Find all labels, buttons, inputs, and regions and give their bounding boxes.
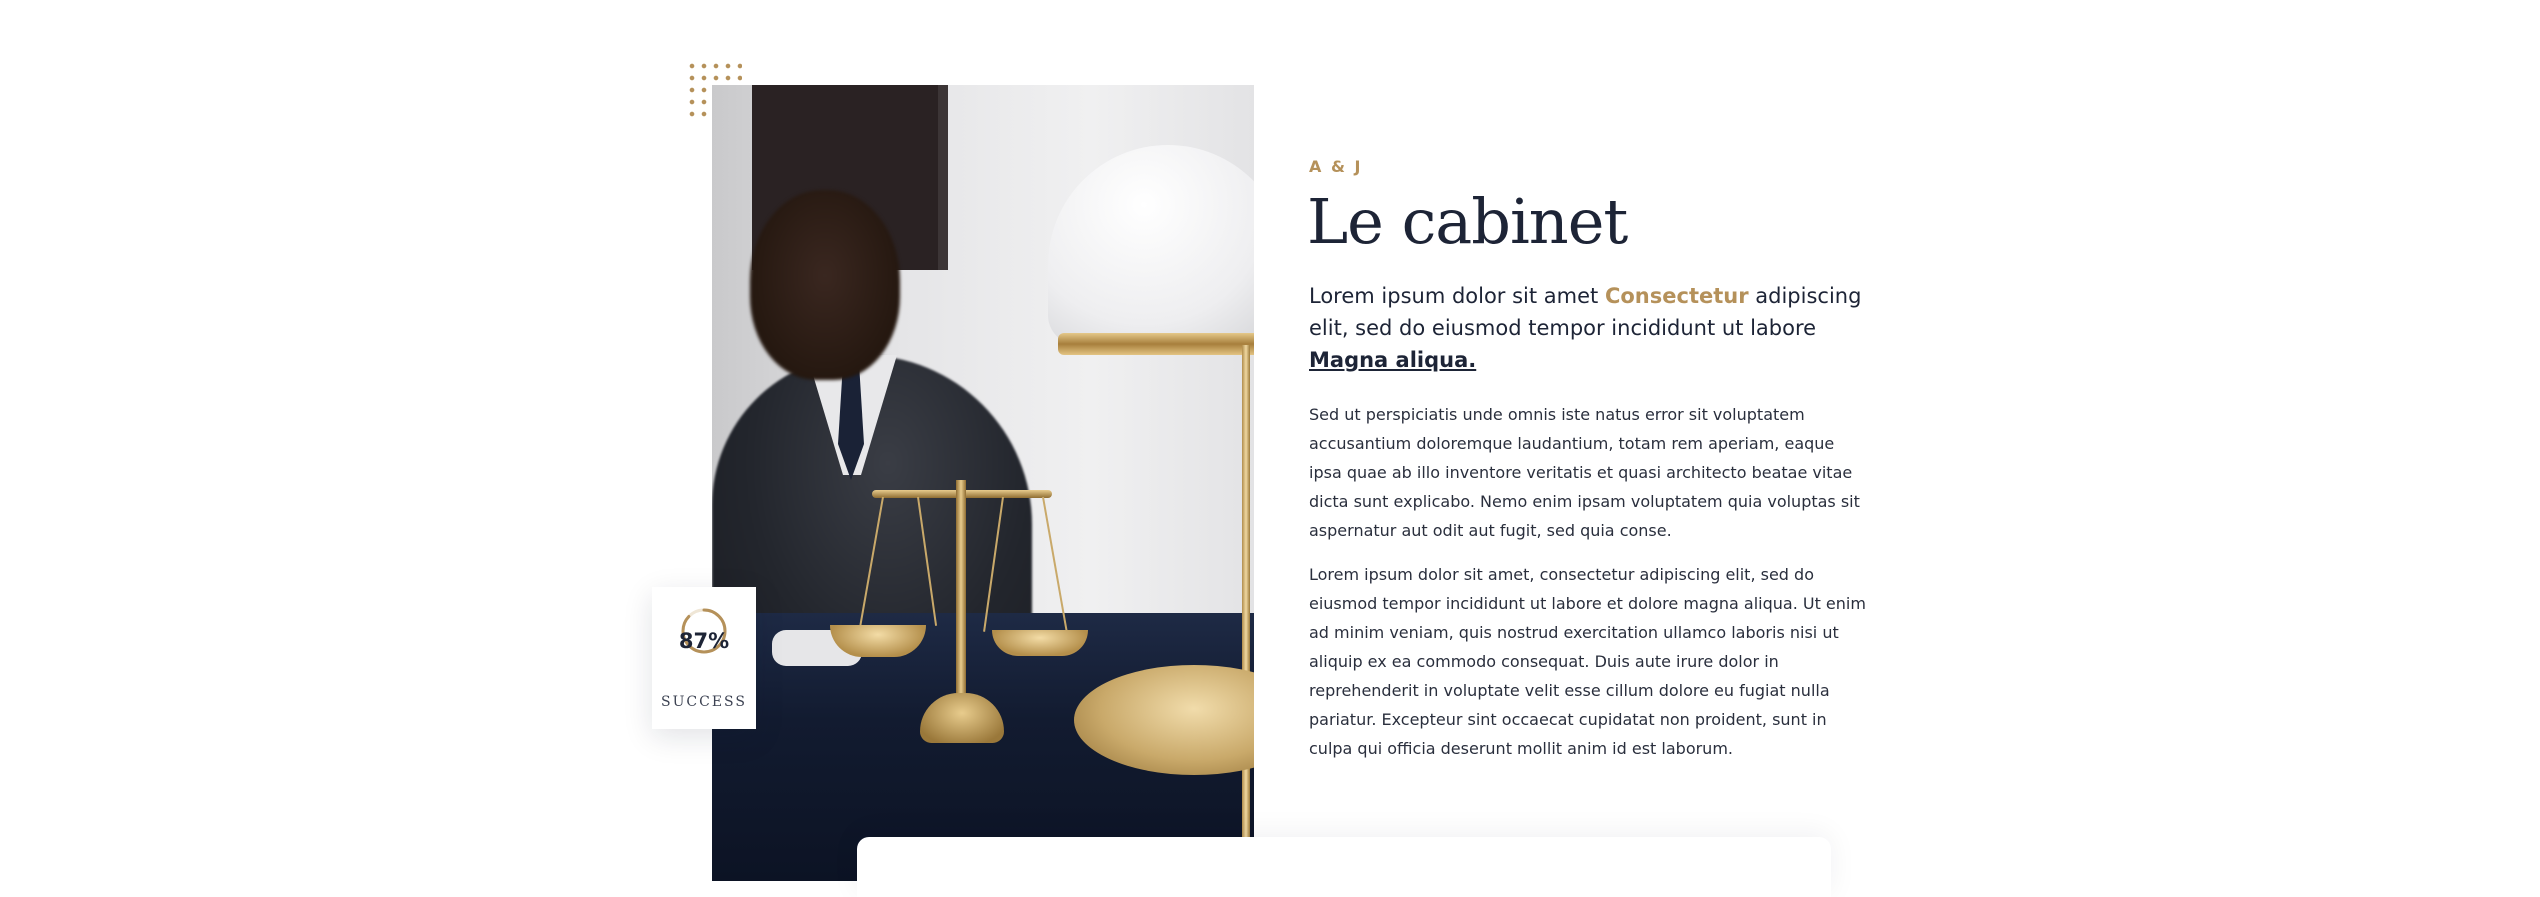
lead-paragraph: Lorem ipsum dolor sit amet Consectetur a… [1309,280,1869,376]
lawyer-office-photo [712,85,1254,881]
magna-aliqua-link[interactable]: Magna aliqua. [1309,348,1476,372]
success-rate-badge: 87% SUCCESS [652,587,756,729]
body-paragraph-1: Sed ut perspiciatis unde omnis iste natu… [1309,405,1860,540]
success-label: SUCCESS [661,694,747,710]
lead-text-start: Lorem ipsum dolor sit amet [1309,284,1605,308]
section-eyebrow: A & J [1309,157,1363,176]
bottom-card [857,837,1831,897]
success-percentage: 87% [678,629,730,653]
lead-highlight: Consectetur [1604,284,1749,308]
body-paragraph-2: Lorem ipsum dolor sit amet, consectetur … [1309,565,1866,758]
section-title: Le cabinet [1307,185,1628,258]
